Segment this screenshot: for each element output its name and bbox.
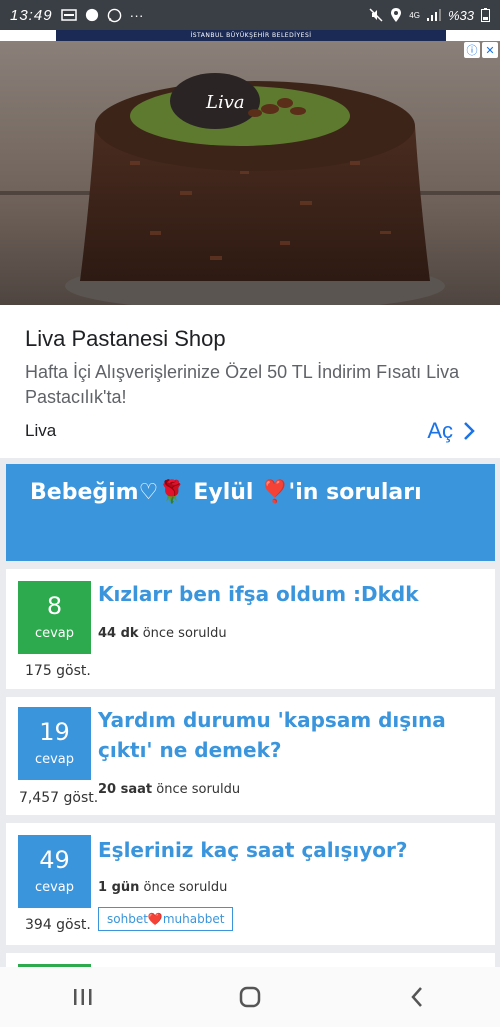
question-title[interactable]: Yardım durumu 'kapsam dışına çıktı' ne d…	[98, 705, 478, 765]
network-type: 4G	[409, 10, 420, 20]
question-time: 44 dk önce soruldu	[98, 626, 227, 641]
answer-count-label: cevap	[34, 626, 75, 641]
ad-title[interactable]: Liva Pastanesi Shop	[25, 326, 226, 352]
recents-button[interactable]	[53, 977, 113, 1017]
battery-icon	[481, 8, 490, 22]
answer-count: 8	[46, 592, 63, 620]
recents-icon	[74, 989, 92, 1005]
view-count: 394 göst.	[25, 917, 91, 933]
answer-count: 49	[39, 846, 70, 874]
profile-questions-header: Bebeğim♡🌹 Eylül ❣️'in soruları	[6, 464, 495, 561]
answer-count-box: 19 cevap	[18, 707, 91, 780]
answer-count-label: cevap	[34, 880, 75, 895]
question-card[interactable]: 8 cevap 175 göst. Kızlarr ben ifşa oldum…	[6, 569, 495, 689]
close-icon[interactable]: ✕	[482, 42, 498, 58]
page-title: Bebeğim♡🌹 Eylül ❣️'in soruları	[30, 480, 422, 505]
status-bar: 13:49 ··· 4G %33	[0, 0, 500, 30]
ad-logo-text: Liva	[205, 92, 245, 113]
view-count: 7,457 göst.	[19, 790, 99, 806]
compass-icon	[85, 8, 98, 22]
whatsapp-icon	[107, 8, 121, 22]
info-icon[interactable]: ⓘ	[464, 42, 480, 58]
home-button[interactable]	[220, 977, 280, 1017]
back-button[interactable]	[387, 977, 447, 1017]
question-time: 1 gün önce soruldu	[98, 880, 228, 895]
location-icon	[391, 8, 402, 22]
ad-choices[interactable]: ⓘ ✕	[464, 42, 498, 58]
ad-description: Hafta İçi Alışverişlerinize Özel 50 TL İ…	[25, 362, 460, 407]
question-title[interactable]: Kızlarr ben ifşa oldum :Dkdk	[98, 579, 478, 609]
ad-brand: Liva	[25, 421, 57, 440]
question-card[interactable]: 19 cevap 7,457 göst. Yardım durumu 'kaps…	[6, 697, 495, 815]
question-tag[interactable]: sohbet❤️muhabbet	[98, 907, 234, 931]
answer-count-box: 8 cevap	[18, 581, 91, 654]
view-count: 175 göst.	[25, 663, 91, 679]
chevron-right-icon	[464, 422, 475, 440]
answer-count: 19	[39, 718, 70, 746]
battery-level: %33	[447, 7, 474, 23]
back-icon	[410, 987, 422, 1007]
home-icon	[239, 986, 261, 1008]
question-card[interactable]: 49 cevap 394 göst. Eşleriniz kaç saat ça…	[6, 823, 495, 945]
gallery-icon	[60, 9, 77, 21]
signal-icon	[426, 9, 441, 21]
status-time: 13:49	[10, 6, 53, 24]
ad-top-strip: İSTANBUL BÜYÜKŞEHİR BELEDİYESİ	[56, 30, 446, 41]
answer-count-box: 49 cevap	[18, 835, 91, 908]
question-time: 20 saat önce soruldu	[98, 782, 241, 797]
cake-illustration: Liva	[0, 41, 500, 305]
ad-banner[interactable]: İSTANBUL BÜYÜKŞEHİR BELEDİYESİ Liva ⓘ ✕ …	[0, 30, 500, 458]
answer-count-label: cevap	[34, 752, 75, 767]
ad-open-button[interactable]: Aç	[427, 418, 475, 444]
more-notifications-icon: ···	[129, 7, 144, 23]
ad-cake-image[interactable]: Liva	[0, 41, 500, 305]
system-nav-bar	[0, 967, 500, 1027]
question-title[interactable]: Eşleriniz kaç saat çalışıyor?	[98, 835, 478, 865]
mute-icon	[369, 8, 383, 22]
ad-open-label: Aç	[427, 418, 453, 443]
